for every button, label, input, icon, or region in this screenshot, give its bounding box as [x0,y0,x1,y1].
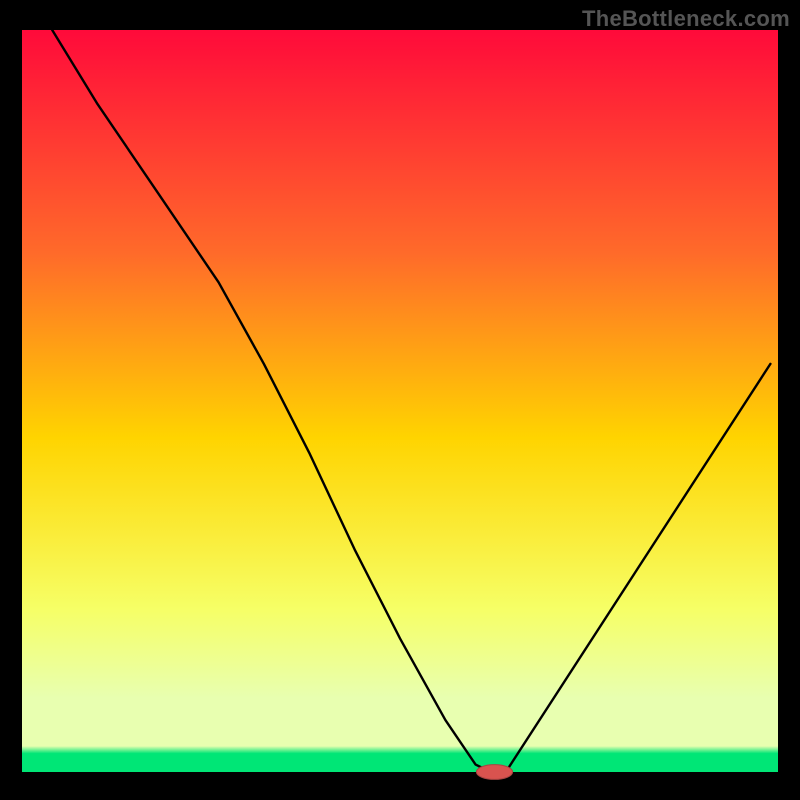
chart-canvas [0,0,800,800]
optimal-marker [476,765,512,780]
plot-background [22,30,778,772]
watermark-label: TheBottleneck.com [582,6,790,32]
bottleneck-chart: TheBottleneck.com [0,0,800,800]
